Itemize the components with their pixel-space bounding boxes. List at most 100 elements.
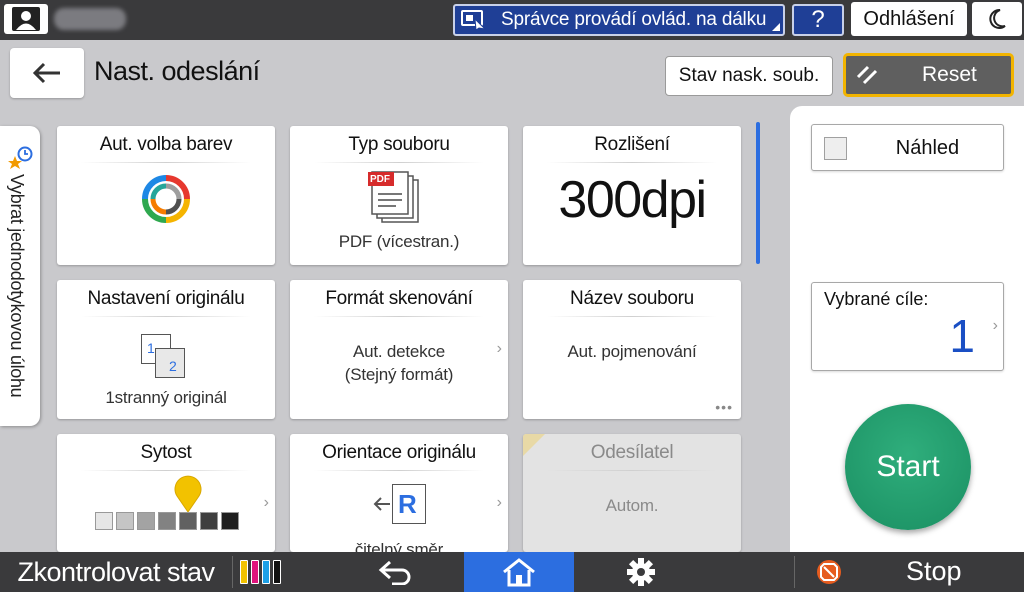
help-button[interactable]: ? bbox=[792, 4, 844, 36]
back-button[interactable] bbox=[10, 48, 84, 98]
tile-value-line1: Aut. detekce bbox=[352, 342, 446, 361]
tile-title: Název souboru bbox=[570, 288, 694, 309]
density-step[interactable] bbox=[116, 512, 134, 530]
moon-icon bbox=[989, 8, 1006, 29]
remote-control-icon bbox=[461, 10, 487, 31]
gear-icon bbox=[627, 558, 655, 586]
return-arrow-icon bbox=[378, 560, 411, 585]
divider bbox=[232, 556, 233, 588]
tile-value: Aut. pojmenování bbox=[567, 342, 697, 361]
toner-yellow bbox=[240, 560, 248, 584]
chevron-right-icon: › bbox=[992, 317, 998, 334]
reset-button[interactable]: Reset bbox=[843, 53, 1014, 97]
density-step[interactable] bbox=[179, 512, 197, 530]
tile-value: 1stranný originál bbox=[105, 388, 227, 407]
tile-original-settings[interactable]: Nastavení originálu 1 2 1stranný originá… bbox=[57, 280, 275, 419]
tile-file-type[interactable]: Typ souboru PDF PDF (vícestran.) bbox=[290, 126, 508, 265]
tile-density[interactable]: Sytost › bbox=[57, 434, 275, 552]
bottom-bar: Zkontrolovat stav Stop bbox=[0, 552, 1024, 592]
home-button[interactable] bbox=[464, 552, 574, 592]
chevron-right-icon: › bbox=[496, 494, 502, 511]
orientation-letter: R bbox=[398, 489, 417, 519]
divider bbox=[81, 470, 251, 471]
page-number-1: 1 bbox=[147, 340, 155, 356]
logout-button[interactable]: Odhlášení bbox=[851, 2, 967, 36]
page-title: Nast. odeslání bbox=[94, 56, 260, 86]
tile-value-line2: (Stejný formát) bbox=[344, 365, 454, 384]
tile-title: Rozlišení bbox=[594, 134, 670, 155]
selected-destinations-count: 1 bbox=[949, 310, 975, 362]
favorite-history-icon bbox=[8, 146, 33, 169]
stop-button[interactable]: Stop bbox=[794, 552, 1024, 592]
scroll-indicator[interactable] bbox=[756, 122, 760, 264]
reset-icon bbox=[856, 65, 878, 85]
pdf-badge-label: PDF bbox=[370, 174, 390, 185]
tile-original-orientation[interactable]: Orientace originálu R čitelný směr › bbox=[290, 434, 508, 552]
start-button[interactable]: Start bbox=[845, 404, 971, 530]
remote-operation-button[interactable]: Správce provádí ovlád. na dálku bbox=[453, 4, 785, 36]
divider bbox=[547, 316, 717, 317]
stop-label: Stop bbox=[906, 556, 962, 586]
tile-auto-color[interactable]: Aut. volba barev bbox=[57, 126, 275, 265]
toner-black bbox=[273, 560, 281, 584]
tile-value: Autom. bbox=[605, 496, 659, 515]
selected-destinations-label: Vybrané cíle: bbox=[824, 289, 929, 309]
tile-title: Formát skenování bbox=[325, 288, 473, 309]
divider bbox=[81, 162, 251, 163]
user-button[interactable] bbox=[4, 4, 48, 34]
tile-title: Nastavení originálu bbox=[87, 288, 245, 309]
scanned-files-status-button[interactable]: Stav nask. soub. bbox=[665, 56, 833, 96]
density-step[interactable] bbox=[95, 512, 113, 530]
reset-label: Reset bbox=[922, 63, 977, 86]
tile-file-name[interactable]: Název souboru Aut. pojmenování ••• bbox=[523, 280, 741, 419]
divider bbox=[81, 316, 251, 317]
auto-color-icon bbox=[142, 175, 190, 223]
one-touch-job-label: Vybrat jednodotykovou úlohu bbox=[7, 174, 27, 398]
check-status-button[interactable]: Zkontrolovat stav bbox=[0, 552, 232, 592]
tile-value: PDF (vícestran.) bbox=[338, 232, 460, 251]
home-icon bbox=[503, 558, 535, 587]
tile-value: čitelný směr bbox=[354, 540, 444, 552]
arrow-left-icon bbox=[32, 62, 60, 84]
density-step[interactable] bbox=[158, 512, 176, 530]
readable-direction-icon: R bbox=[372, 484, 428, 526]
divider bbox=[547, 470, 717, 471]
one-sided-original-icon: 1 2 bbox=[141, 334, 191, 378]
density-step[interactable] bbox=[221, 512, 239, 530]
preview-label: Náhled bbox=[895, 137, 960, 159]
density-scale[interactable] bbox=[95, 474, 245, 534]
divider bbox=[314, 162, 484, 163]
energy-saver-button[interactable] bbox=[972, 2, 1022, 36]
resolution-value: 300dpi bbox=[558, 171, 707, 229]
user-name-blurred bbox=[54, 8, 126, 30]
tile-sender[interactable]: Odesílatel Autom. bbox=[523, 434, 741, 552]
density-step[interactable] bbox=[200, 512, 218, 530]
density-step[interactable] bbox=[137, 512, 155, 530]
user-icon bbox=[12, 7, 40, 31]
expand-corner-icon bbox=[772, 23, 780, 31]
chevron-right-icon: › bbox=[263, 494, 269, 511]
one-touch-job-tab[interactable]: Vybrat jednodotykovou úlohu bbox=[0, 126, 40, 426]
toner-cyan bbox=[262, 560, 270, 584]
top-bar: Správce provádí ovlád. na dálku ? Odhláš… bbox=[0, 0, 1024, 40]
tile-title: Sytost bbox=[140, 442, 192, 463]
divider bbox=[314, 470, 484, 471]
tile-scan-format[interactable]: Formát skenování Aut. detekce (Stejný fo… bbox=[290, 280, 508, 419]
settings-button[interactable] bbox=[576, 552, 706, 592]
tile-title: Aut. volba barev bbox=[99, 134, 233, 155]
more-options-icon: ••• bbox=[715, 399, 733, 415]
tile-title: Orientace originálu bbox=[322, 442, 476, 463]
density-marker-icon[interactable] bbox=[173, 474, 203, 514]
tile-resolution[interactable]: Rozlišení 300dpi bbox=[523, 126, 741, 265]
toner-magenta bbox=[251, 560, 259, 584]
page-number-2: 2 bbox=[169, 358, 177, 374]
remote-operation-label: Správce provádí ovlád. na dálku bbox=[501, 9, 767, 30]
selected-destinations-button[interactable]: Vybrané cíle: 1 › bbox=[811, 282, 1004, 371]
return-button[interactable] bbox=[330, 552, 462, 592]
tile-title: Odesílatel bbox=[590, 442, 674, 463]
chevron-right-icon: › bbox=[496, 340, 502, 357]
toner-level-icon bbox=[240, 560, 281, 584]
arrow-left-icon bbox=[373, 497, 390, 511]
stop-icon bbox=[817, 560, 841, 584]
preview-toggle[interactable]: Náhled bbox=[811, 124, 1004, 171]
